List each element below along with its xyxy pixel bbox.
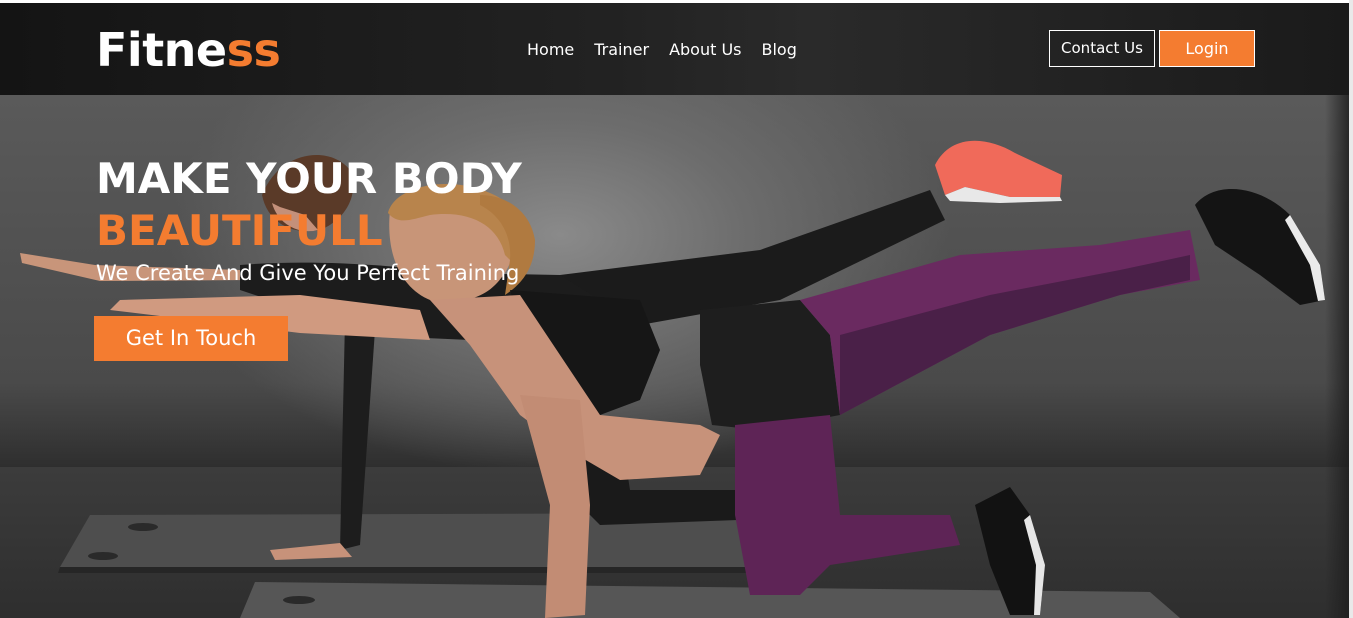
exercise-mat-back-edge [58,567,760,573]
mat-eyelet-2 [88,552,118,560]
hero-tagline: We Create And Give You Perfect Training [96,261,520,285]
page: Fitness Home Trainer About Us Blog Conta… [0,0,1353,618]
logo-text-accent: ss [226,23,281,77]
main-nav: Home Trainer About Us Blog [527,39,797,61]
navbar: Fitness Home Trainer About Us Blog Conta… [0,3,1353,95]
hero-headline-line1: MAKE YOUR BODY [96,154,522,203]
login-button[interactable]: Login [1159,30,1255,67]
orange-sneaker-back [935,140,1062,197]
mat-eyelet-3 [283,596,315,604]
nav-link-blog[interactable]: Blog [762,39,797,61]
hero-section: MAKE YOUR BODY BEAUTIFULL We Create And … [0,95,1353,618]
nav-link-home[interactable]: Home [527,39,574,61]
get-in-touch-button[interactable]: Get In Touch [94,316,288,361]
page-scrollbar[interactable] [1349,0,1353,618]
hero-headline-line2: BEAUTIFULL [96,206,383,255]
front-woman-kneeling-leg [735,415,960,595]
contact-us-button[interactable]: Contact Us [1049,30,1155,67]
logo-text-main: Fitne [96,23,227,77]
mat-eyelet-1 [128,523,158,531]
nav-link-trainer[interactable]: Trainer [594,39,649,61]
hero-text-block: MAKE YOUR BODY BEAUTIFULL We Create And … [96,153,696,287]
nav-link-about-us[interactable]: About Us [669,39,741,61]
front-woman-support-arm [520,395,590,618]
brand-logo[interactable]: Fitness [96,23,281,77]
